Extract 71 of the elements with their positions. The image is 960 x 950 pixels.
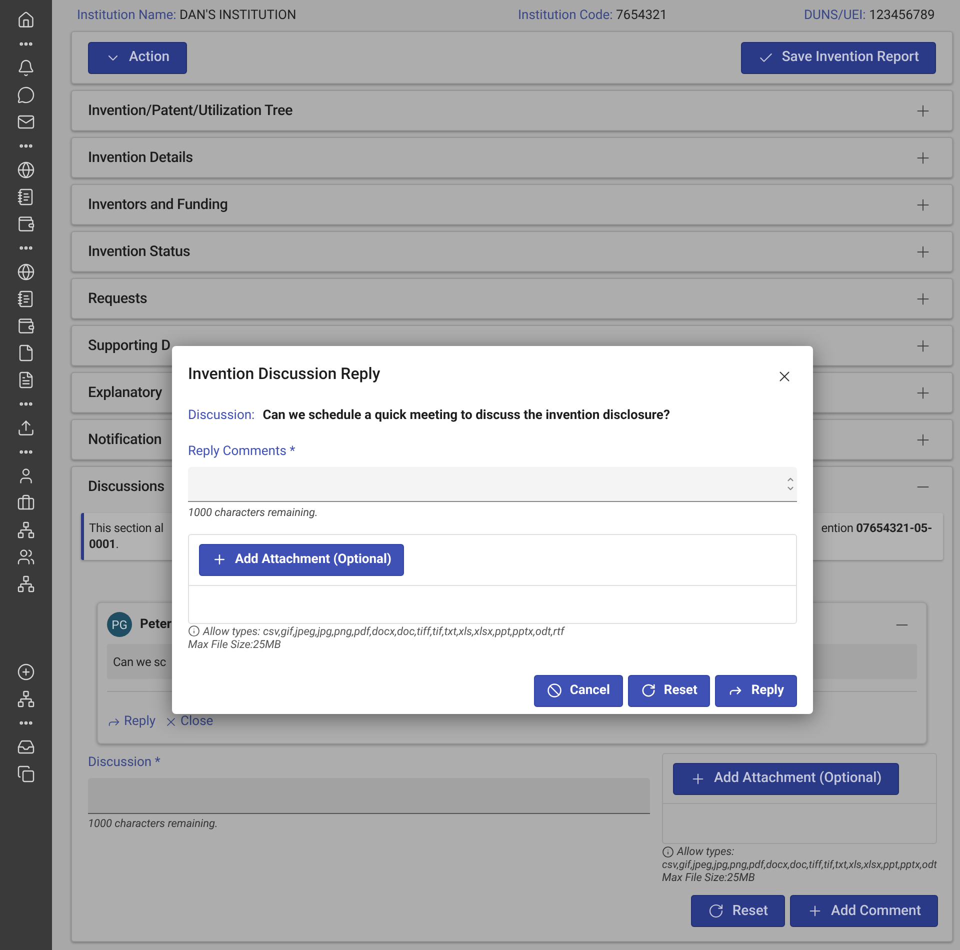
field-label: Reply Comments * [188,442,296,460]
briefcase-icon[interactable] [17,494,35,512]
section-title[interactable]: Notification [88,429,162,451]
character-counter: 1000 characters remaining. [88,816,219,832]
copy-icon[interactable] [17,765,35,783]
notice-text: This section al [89,520,164,536]
users-icon[interactable] [17,548,35,566]
section-title[interactable]: Invention Status [88,241,190,263]
user-icon[interactable] [17,467,35,485]
hierarchy-icon[interactable] [17,690,35,708]
dialog-title: Invention Discussion Reply [188,363,380,385]
section-title[interactable]: Requests [88,288,148,310]
reset-icon [708,903,724,919]
discussion-question: Can we schedule a quick meeting to discuss the invention disclosure? [262,407,670,425]
add-attachment-button[interactable]: Add Attachment (Optional) [199,544,404,576]
section-title[interactable]: Inventors and Funding [88,194,228,216]
notice-text: 0001. [89,536,120,552]
field-label: Discussion: [188,407,255,425]
add-attachment-button[interactable]: Add Attachment (Optional) [673,762,899,794]
notice-text: ention 07654321-05- [821,520,933,537]
home-icon[interactable] [17,11,35,29]
hierarchy-icon[interactable] [17,575,35,593]
section-title[interactable]: Supporting D [88,335,170,357]
field-label: DUNS/UEI: [804,8,866,23]
reset-button[interactable]: Reset [628,674,710,706]
max-size-text: Max File Size:25MB [662,871,756,884]
info-icon [662,846,674,858]
info-icon [188,625,200,637]
section-title[interactable]: Invention/Patent/Utilization Tree [88,100,293,122]
globe-icon[interactable] [17,263,35,281]
reply-link[interactable]: Reply [107,712,156,732]
inbox-icon[interactable] [17,738,35,756]
file-icon[interactable] [17,344,35,362]
reply-button[interactable]: Reply [715,674,797,706]
allowed-types-text: Allow types: csv,gif,jpeg,jpg,png,pdf,docx,doc,tiff,tif,txt,xls,xlsx,ppt,pptx,odt,rtf [203,624,564,638]
field-label: Institution Code: [518,8,613,23]
discussion-input[interactable] [88,778,650,814]
field-label: Discussion * [88,754,162,772]
save-report-button[interactable]: Save Invention Report [740,42,936,74]
allowed-types-list: csv,gif,jpeg,jpg,png,pdf,docx,doc,tiff,tif,txt,xls,xlsx,ppt,pptx,odt [662,858,937,871]
reply-comments-input[interactable] [188,467,797,502]
upload-icon[interactable] [17,419,35,437]
document-icon[interactable] [17,371,35,389]
author-name: Peter [140,616,172,634]
bell-icon[interactable] [17,59,35,77]
add-comment-button[interactable]: Add Comment [790,895,938,927]
hierarchy-icon[interactable] [17,521,35,539]
field-label: Institution Name: [77,8,176,23]
section-title[interactable]: Discussions [88,476,164,498]
wallet-icon[interactable] [17,317,35,335]
mail-icon[interactable] [17,113,35,131]
character-counter: 1000 characters remaining. [188,505,319,521]
field-value: 123456789 [869,8,935,23]
allowed-types-label: Allow types: [677,845,734,858]
notebook-icon[interactable] [17,290,35,308]
avatar: PG [107,612,132,637]
reset-icon [640,683,656,698]
reset-button[interactable]: Reset [691,895,786,927]
globe-icon[interactable] [17,161,35,179]
add-circle-icon[interactable] [17,663,35,681]
notebook-icon[interactable] [17,188,35,206]
section-title[interactable]: Explanatory [88,382,162,404]
wallet-icon[interactable] [17,215,35,233]
chat-icon[interactable] [17,86,35,104]
cancel-button[interactable]: Cancel [534,674,623,706]
field-value: 7654321 [616,8,668,23]
plus-icon [212,552,227,567]
field-value: DAN'S INSTITUTION [180,8,296,23]
cancel-icon [546,683,562,698]
action-button[interactable]: Action [88,42,187,74]
section-title[interactable]: Invention Details [88,147,193,169]
